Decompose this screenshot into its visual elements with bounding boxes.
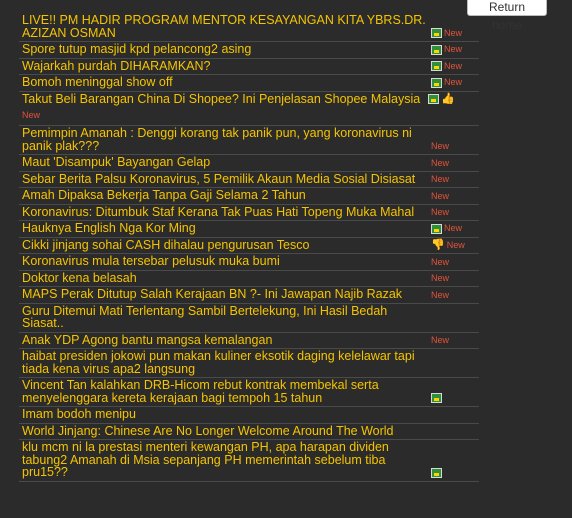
new-badge: New <box>431 256 450 267</box>
thread-meta: New <box>431 175 479 185</box>
thread-meta <box>431 467 479 479</box>
thread-meta <box>431 374 479 375</box>
thread-meta: New <box>431 336 479 346</box>
thread-meta: New <box>431 190 479 202</box>
picture-icon <box>431 393 442 403</box>
thread-meta: New <box>431 44 479 56</box>
thread-row: Imam bodoh menipu <box>19 407 479 424</box>
new-badge: New <box>431 207 450 217</box>
new-badge: New <box>446 239 465 250</box>
thread-title-link[interactable]: Cikki jinjang sohai CASH dihalau penguru… <box>22 238 427 252</box>
picture-icon <box>431 77 442 88</box>
thread-sub: New <box>22 105 479 123</box>
thread-meta: New <box>431 28 479 39</box>
picture-icon <box>431 28 442 38</box>
thread-meta: New <box>431 256 479 268</box>
new-badge: New <box>431 335 450 345</box>
thread-title-link[interactable]: Takut Beli Barangan China Di Shopee? Ini… <box>22 92 420 106</box>
thread-meta: New <box>431 274 479 284</box>
thread-row: Amah Dipaksa Bekerja Tanpa Gaji Selama 2… <box>19 188 479 205</box>
thread-row: LIVE!! PM HADIR PROGRAM MENTOR KESAYANGA… <box>19 13 479 42</box>
thread-meta: New <box>431 208 479 218</box>
thread-row: Takut Beli Barangan China Di Shopee? Ini… <box>19 92 479 126</box>
thread-meta: New <box>431 61 479 72</box>
thread-row: Koronavirus mula tersebar pelusuk muka b… <box>19 254 479 271</box>
thread-title-link[interactable]: Anak YDP Agong bantu mangsa kemalangan <box>22 333 427 347</box>
thread-row: Sebar Berita Palsu Koronavirus, 5 Pemili… <box>19 172 479 188</box>
return-home-button[interactable]: Return home <box>467 0 547 32</box>
thread-title-link[interactable]: Guru Ditemui Mati Terlentang Sambil Bert… <box>22 304 427 330</box>
new-badge: New <box>431 273 450 283</box>
thread-title-link[interactable]: Pemimpin Amanah : Denggi korang tak pani… <box>22 127 427 152</box>
new-badge: New <box>431 157 450 168</box>
picture-icon <box>431 467 442 478</box>
thread-title-link[interactable]: Doktor kena belasah <box>22 271 427 285</box>
thread-title-link[interactable]: Sebar Berita Palsu Koronavirus, 5 Pemili… <box>22 172 427 186</box>
thread-row: MAPS Perak Ditutup Salah Kerajaan BN ?- … <box>19 287 479 304</box>
new-badge: New <box>431 174 450 184</box>
thread-title-link[interactable]: Vincent Tan kalahkan DRB-Hicom rebut kon… <box>22 379 427 404</box>
thread-row: Pemimpin Amanah : Denggi korang tak pani… <box>19 126 479 155</box>
new-badge: New <box>22 110 41 120</box>
new-badge: New <box>444 223 463 233</box>
thread-title-link[interactable]: haibat presiden jokowi pun makan kuliner… <box>22 350 427 375</box>
new-badge: New <box>431 141 450 151</box>
thread-row: Vincent Tan kalahkan DRB-Hicom rebut kon… <box>19 378 479 407</box>
thread-row: Guru Ditemui Mati Terlentang Sambil Bert… <box>19 304 479 333</box>
thread-title-link[interactable]: Maut 'Disampuk' Bayangan Gelap <box>22 156 427 169</box>
new-badge: New <box>444 27 463 38</box>
thread-row: Koronavirus: Ditumbuk Staf Kerana Tak Pu… <box>19 205 479 221</box>
thread-title-link[interactable]: Spore tutup masjid kpd pelancong2 asing <box>22 43 427 56</box>
thread-title-link[interactable]: Wajarkah purdah DIHARAMKAN? <box>22 59 427 73</box>
thread-title-link[interactable]: Koronavirus mula tersebar pelusuk muka b… <box>22 255 427 268</box>
thread-row: haibat presiden jokowi pun makan kuliner… <box>19 349 479 378</box>
thread-title-link[interactable]: Koronavirus: Ditumbuk Staf Kerana Tak Pu… <box>22 205 427 219</box>
thread-row: Hauknya English Nga Kor Ming New <box>19 221 479 238</box>
thumbs-up-icon: 👍 <box>441 93 455 105</box>
thread-meta <box>431 420 479 421</box>
picture-icon <box>428 94 440 104</box>
thread-title-link[interactable]: klu mcm ni la prestasi menteri kewangan … <box>22 441 427 479</box>
picture-icon <box>431 44 442 55</box>
thread-meta: New <box>431 223 479 235</box>
thread-row: Wajarkah purdah DIHARAMKAN? New <box>19 59 479 75</box>
thread-list: LIVE!! PM HADIR PROGRAM MENTOR KESAYANGA… <box>19 13 479 482</box>
thread-meta <box>431 436 479 437</box>
thread-meta <box>431 329 479 330</box>
thread-title-link[interactable]: Amah Dipaksa Bekerja Tanpa Gaji Selama 2… <box>22 189 427 202</box>
thread-meta: 👍 <box>428 94 476 105</box>
thread-title-link[interactable]: Hauknya English Nga Kor Ming <box>22 222 427 235</box>
thread-row: Bomoh meninggal show off New <box>19 75 479 92</box>
thread-meta: New <box>431 142 479 152</box>
thread-row: Maut 'Disampuk' Bayangan Gelap New <box>19 155 479 172</box>
thread-row: Doktor kena belasah New <box>19 271 479 287</box>
thread-title-link[interactable]: MAPS Perak Ditutup Salah Kerajaan BN ?- … <box>22 288 427 301</box>
thread-row: Anak YDP Agong bantu mangsa kemalangan Ne… <box>19 333 479 349</box>
thread-meta: New <box>431 157 479 169</box>
picture-icon <box>431 61 442 71</box>
thumbs-down-icon: 👎 <box>431 239 445 251</box>
thread-meta <box>431 393 479 404</box>
new-badge: New <box>444 60 463 71</box>
thread-meta: New <box>431 77 479 89</box>
new-badge: New <box>431 190 450 201</box>
thread-title-link[interactable]: Bomoh meninggal show off <box>22 76 427 89</box>
picture-icon <box>431 223 442 234</box>
thread-title-link[interactable]: Imam bodoh menipu <box>22 408 427 421</box>
thread-row: klu mcm ni la prestasi menteri kewangan … <box>19 440 479 482</box>
new-badge: New <box>444 44 463 54</box>
thread-meta: 👎 New <box>431 240 479 251</box>
thread-meta: New <box>431 289 479 301</box>
thread-row: Spore tutup masjid kpd pelancong2 asing N… <box>19 42 479 59</box>
new-badge: New <box>431 289 450 300</box>
new-badge: New <box>444 77 463 87</box>
thread-row: Cikki jinjang sohai CASH dihalau penguru… <box>19 238 479 254</box>
thread-title-link[interactable]: LIVE!! PM HADIR PROGRAM MENTOR KESAYANGA… <box>22 14 427 39</box>
thread-title-link[interactable]: World Jinjang: Chinese Are No Longer Wel… <box>22 424 427 438</box>
thread-row: World Jinjang: Chinese Are No Longer Wel… <box>19 424 479 440</box>
